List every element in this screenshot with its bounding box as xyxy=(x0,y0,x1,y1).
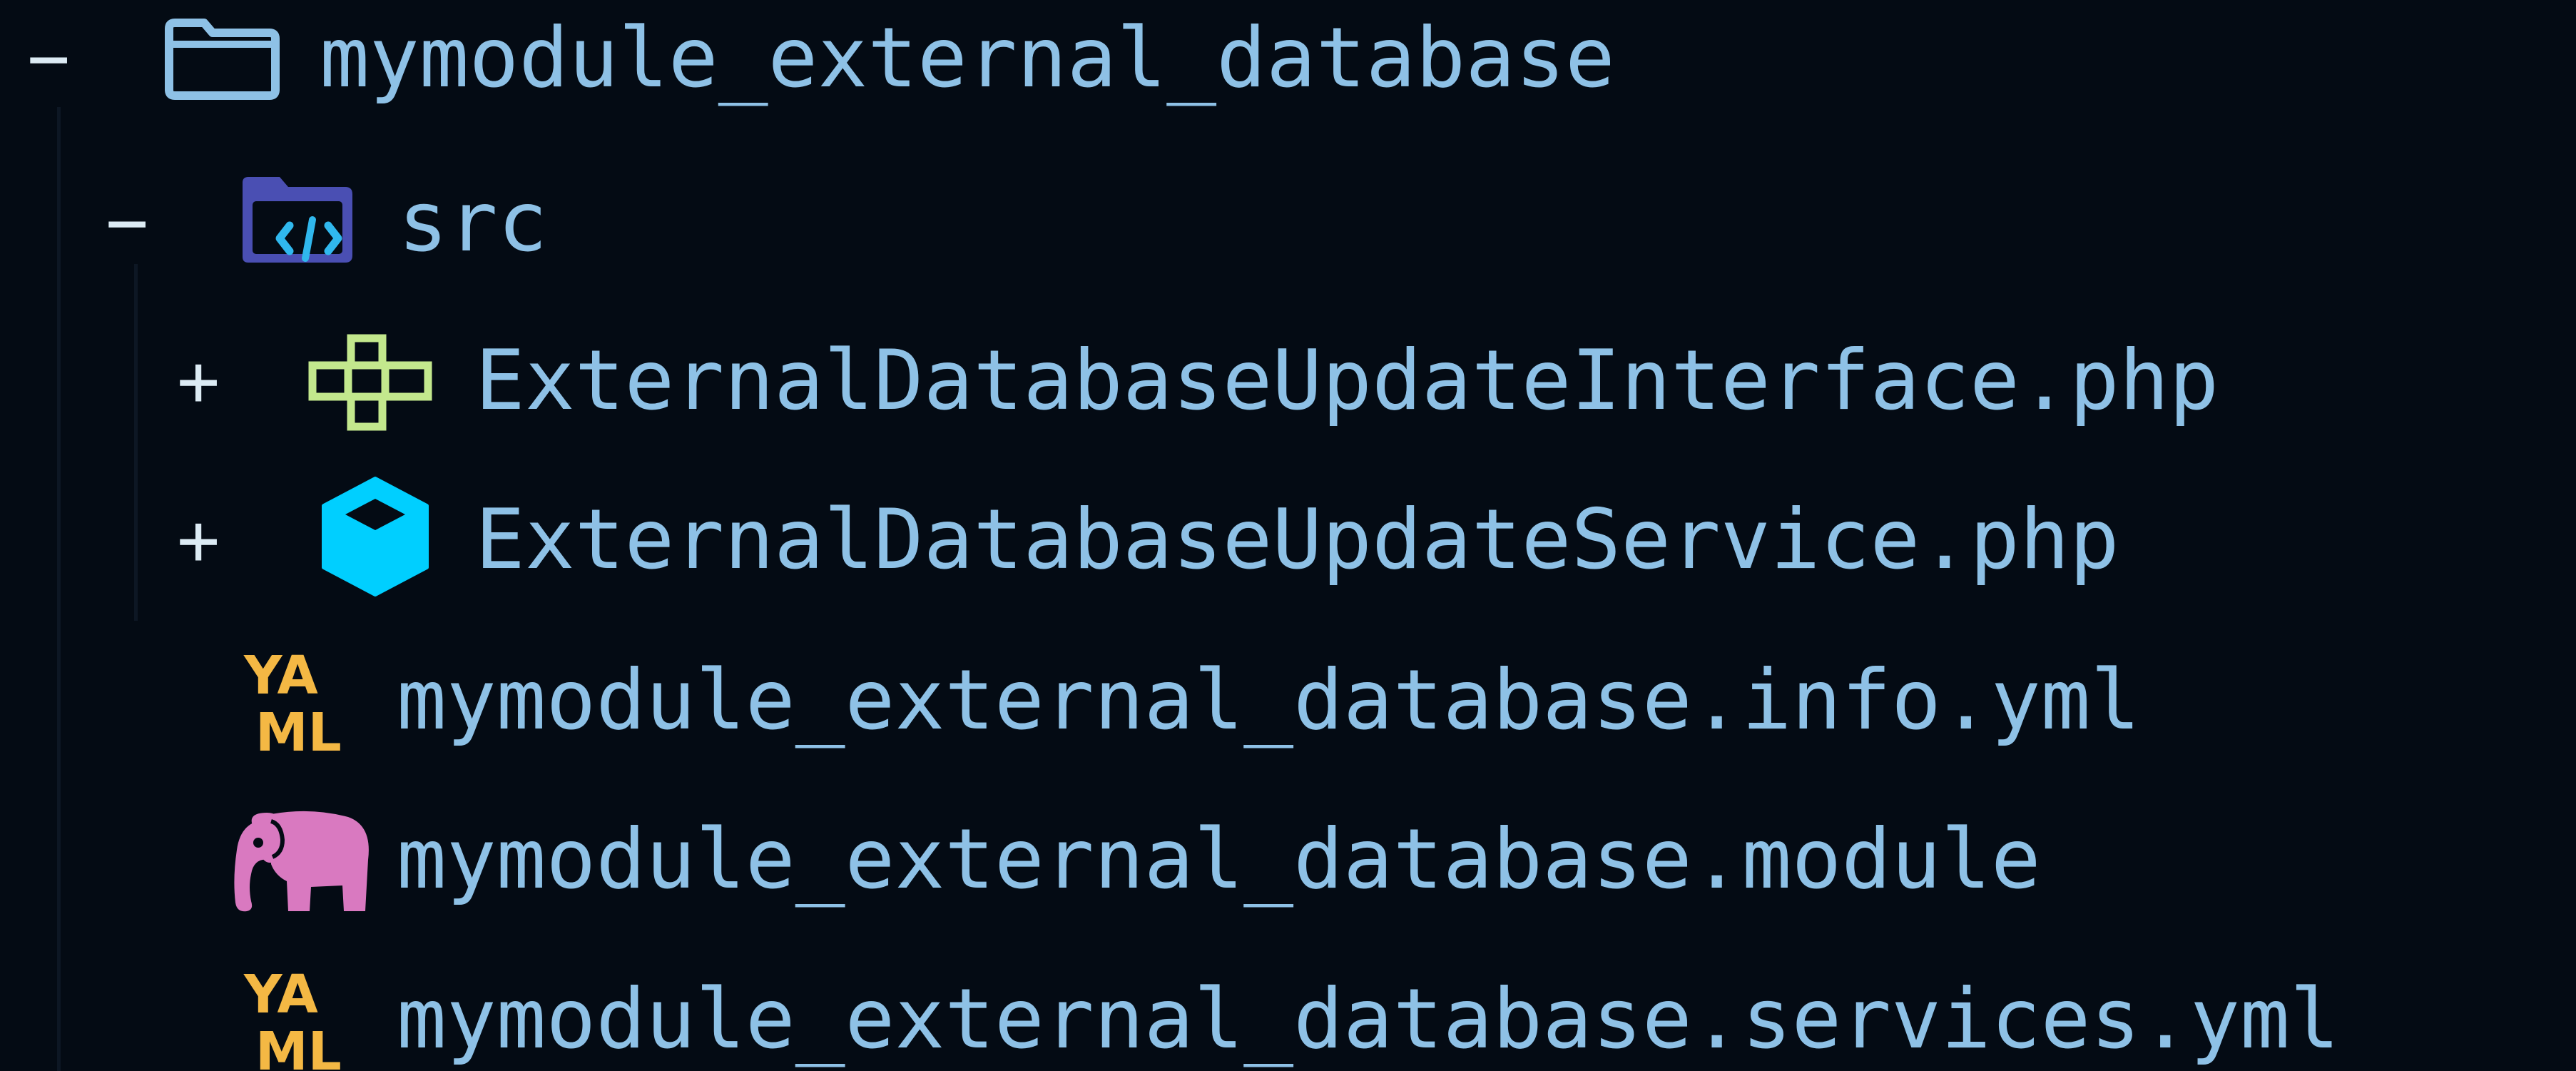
expand-toggle[interactable]: + xyxy=(177,460,220,620)
php-elephant-icon xyxy=(234,811,369,912)
src-folder-icon xyxy=(243,177,352,263)
tree-item-label: mymodule_external_database.info.yml xyxy=(397,652,2141,748)
class-cube-icon xyxy=(322,477,429,597)
tree-item-label: mymodule_external_database.module xyxy=(397,811,2041,908)
tree-item-services-yml[interactable]: YA ML mymodule_external_database.service… xyxy=(0,940,2576,1071)
tree-item-src-folder[interactable]: − src xyxy=(0,143,2576,303)
yaml-icon-text-bottom: ML xyxy=(255,702,342,761)
tree-item-label: ExternalDatabaseUpdateInterface.php xyxy=(475,333,2219,429)
tree-item-interface-file[interactable]: + ExternalDatabaseUpdateInterface.php xyxy=(0,301,2576,461)
collapse-toggle[interactable]: − xyxy=(106,143,148,303)
tree-item-label: mymodule_external_database.services.yml xyxy=(397,971,2340,1067)
yaml-icon-text-bottom: ML xyxy=(255,1021,342,1071)
tree-item-service-file[interactable]: + ExternalDatabaseUpdateService.php xyxy=(0,460,2576,620)
yaml-file-icon: YA ML xyxy=(243,646,342,761)
tree-item-label: mymodule_external_database xyxy=(320,10,1615,106)
file-tree: − mymodule_external_database − src + Ext… xyxy=(0,0,2576,1071)
tree-item-label: ExternalDatabaseUpdateService.php xyxy=(475,492,2119,588)
tree-item-root-folder[interactable]: − mymodule_external_database xyxy=(0,0,2576,138)
collapse-toggle[interactable]: − xyxy=(27,0,70,138)
tree-item-label: src xyxy=(398,174,548,270)
interface-icon xyxy=(308,334,432,431)
expand-toggle[interactable]: + xyxy=(177,301,220,461)
yaml-file-icon: YA ML xyxy=(243,965,342,1071)
yaml-icon-text-top: YA xyxy=(243,965,318,1025)
tree-item-module-file[interactable]: mymodule_external_database.module xyxy=(0,780,2576,940)
tree-item-info-yml[interactable]: YA ML mymodule_external_database.info.ym… xyxy=(0,621,2576,781)
yaml-icon-text-top: YA xyxy=(243,646,318,706)
folder-open-icon xyxy=(165,19,280,100)
